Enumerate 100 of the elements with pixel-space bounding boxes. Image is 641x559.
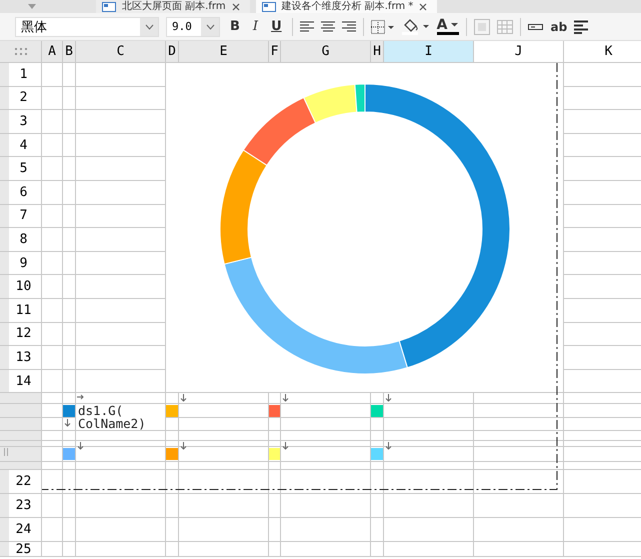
spreadsheet-cell[interactable] <box>42 431 63 442</box>
text-field-icon[interactable] <box>528 24 544 30</box>
spreadsheet-cell[interactable] <box>76 518 166 542</box>
spreadsheet-cell[interactable] <box>179 431 269 442</box>
bold-button[interactable]: B <box>227 19 243 34</box>
spreadsheet-cell[interactable] <box>281 494 371 518</box>
spreadsheet-cell[interactable] <box>42 63 63 87</box>
column-header[interactable]: J <box>474 41 564 63</box>
spreadsheet-cell[interactable] <box>269 470 281 494</box>
spreadsheet-cell[interactable] <box>371 518 384 542</box>
spreadsheet-cell[interactable] <box>269 431 281 442</box>
resize-handle-icon[interactable] <box>4 448 8 456</box>
spreadsheet-cell[interactable] <box>384 494 474 518</box>
spreadsheet-cell[interactable] <box>42 542 63 558</box>
spreadsheet-cell[interactable] <box>371 462 384 470</box>
spreadsheet-cell[interactable] <box>42 441 63 448</box>
spreadsheet-cell[interactable] <box>281 431 371 442</box>
row-header[interactable]: 8 <box>0 228 42 252</box>
spreadsheet-cell[interactable] <box>63 462 76 470</box>
spreadsheet-cell[interactable] <box>474 418 564 432</box>
align-right-icon[interactable] <box>342 20 356 32</box>
spreadsheet-cell[interactable] <box>63 157 76 181</box>
spreadsheet-cell[interactable] <box>281 447 371 462</box>
spreadsheet-cell[interactable] <box>76 494 166 518</box>
spreadsheet-cell[interactable] <box>76 462 166 470</box>
row-header[interactable]: 3 <box>0 110 42 134</box>
align-left-icon[interactable] <box>300 20 314 32</box>
spreadsheet-cell[interactable] <box>179 418 269 432</box>
row-header[interactable]: 13 <box>0 346 42 370</box>
spreadsheet-cell[interactable] <box>166 431 179 442</box>
spreadsheet-cell[interactable] <box>166 462 179 470</box>
spreadsheet-cell[interactable] <box>384 518 474 542</box>
row-header[interactable]: 4 <box>0 134 42 158</box>
spreadsheet-cell[interactable] <box>281 470 371 494</box>
row-header[interactable]: 10 <box>0 275 42 299</box>
row-header[interactable]: 12 <box>0 322 42 346</box>
spreadsheet-cell[interactable] <box>63 298 76 323</box>
spreadsheet-cell[interactable] <box>166 542 179 558</box>
file-tab[interactable]: 北区大屏页面 副本.frm <box>96 0 250 13</box>
spreadsheet-cell[interactable] <box>42 470 63 494</box>
spreadsheet-cell[interactable] <box>269 542 281 558</box>
spreadsheet-cell[interactable] <box>384 462 474 470</box>
close-icon[interactable] <box>232 2 240 10</box>
row-header[interactable]: 22 <box>0 470 42 494</box>
spreadsheet-cell[interactable] <box>76 441 166 448</box>
row-header[interactable] <box>0 418 42 432</box>
spreadsheet-cell[interactable] <box>63 441 76 448</box>
spreadsheet-cell[interactable] <box>371 431 384 442</box>
italic-button[interactable]: I <box>250 19 262 34</box>
spreadsheet-cell[interactable] <box>63 110 76 134</box>
spreadsheet-cell[interactable] <box>63 134 76 158</box>
spreadsheet-cell[interactable] <box>63 180 76 205</box>
spreadsheet-cell[interactable] <box>76 542 166 558</box>
column-header[interactable]: B <box>63 41 76 63</box>
row-header[interactable]: 7 <box>0 204 42 228</box>
spreadsheet-cell[interactable] <box>179 518 269 542</box>
row-header[interactable]: 24 <box>0 518 42 542</box>
spreadsheet-cell[interactable] <box>269 494 281 518</box>
column-header[interactable]: A <box>42 41 63 63</box>
spreadsheet-cell[interactable] <box>166 470 179 494</box>
spreadsheet-cell[interactable] <box>179 462 269 470</box>
spreadsheet-cell[interactable] <box>63 518 76 542</box>
file-tab[interactable]: 建设各个维度分析 副本.frm * <box>256 0 438 13</box>
spreadsheet-cell[interactable] <box>384 441 474 448</box>
row-header[interactable]: 2 <box>0 86 42 110</box>
row-header[interactable] <box>0 431 42 442</box>
spreadsheet-cell[interactable] <box>474 447 564 462</box>
fill-color-icon[interactable] <box>402 18 430 34</box>
spreadsheet-cell[interactable] <box>42 418 63 432</box>
spreadsheet-cell[interactable] <box>474 462 564 470</box>
row-header[interactable]: 11 <box>0 298 42 323</box>
spreadsheet-cell[interactable] <box>179 494 269 518</box>
chart-cell[interactable] <box>166 63 564 394</box>
spreadsheet-cell[interactable] <box>42 370 63 394</box>
column-header[interactable]: E <box>179 41 269 63</box>
row-header[interactable]: 25 <box>0 542 42 558</box>
row-header[interactable] <box>0 404 42 418</box>
column-header[interactable]: D <box>166 41 179 63</box>
font-color-button[interactable]: A <box>436 18 460 35</box>
spreadsheet-cell[interactable] <box>281 462 371 470</box>
spreadsheet-cell[interactable] <box>166 418 179 432</box>
spreadsheet-cell[interactable] <box>63 63 76 87</box>
spreadsheet-cell[interactable] <box>63 275 76 299</box>
spreadsheet-cell[interactable] <box>166 441 179 448</box>
row-header[interactable]: 23 <box>0 494 42 518</box>
spreadsheet-cell[interactable] <box>63 542 76 558</box>
spreadsheet-cell[interactable] <box>63 431 76 442</box>
spreadsheet-cell[interactable] <box>269 441 281 448</box>
spreadsheet-cell[interactable] <box>76 431 166 442</box>
chevron-down-icon[interactable] <box>144 24 154 30</box>
underline-button[interactable]: U <box>268 19 285 34</box>
spreadsheet-cell[interactable] <box>384 542 474 558</box>
spreadsheet-cell[interactable] <box>371 470 384 494</box>
spreadsheet-cell[interactable] <box>42 346 63 370</box>
font-size-dropdown[interactable]: 9.0 <box>166 16 220 36</box>
row-header[interactable]: 6 <box>0 180 42 205</box>
spreadsheet-cell[interactable] <box>63 370 76 394</box>
spreadsheet-cell[interactable] <box>42 110 63 134</box>
spreadsheet-cell[interactable] <box>281 404 371 418</box>
column-header[interactable]: G <box>281 41 371 63</box>
